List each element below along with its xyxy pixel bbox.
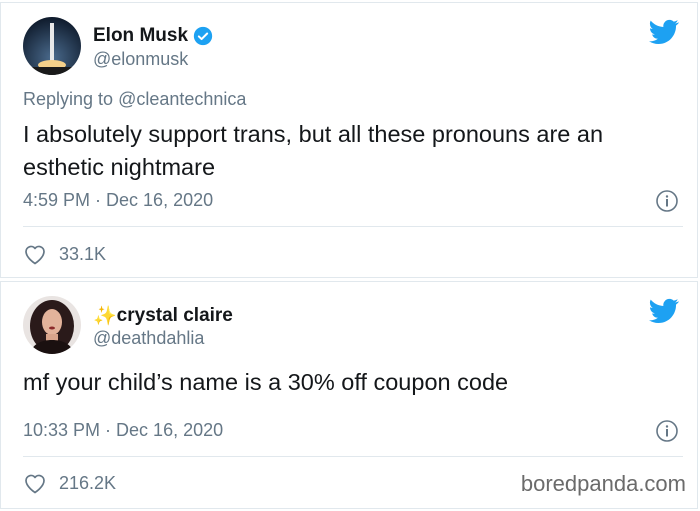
user-handle[interactable]: @deathdahlia bbox=[93, 328, 204, 349]
info-icon[interactable] bbox=[655, 419, 679, 443]
display-name-text[interactable]: crystal claire bbox=[117, 305, 233, 327]
replying-prefix: Replying to bbox=[23, 89, 114, 109]
twitter-bird-icon[interactable] bbox=[649, 298, 679, 324]
display-name[interactable]: ✨ crystal claire bbox=[93, 304, 233, 328]
avatar[interactable] bbox=[23, 296, 81, 354]
tweet-timestamp[interactable]: 10:33 PM · Dec 16, 2020 bbox=[23, 420, 223, 441]
heart-icon bbox=[25, 245, 45, 265]
tweet-divider bbox=[23, 456, 683, 457]
replying-to-mention-link[interactable]: @cleantechnica bbox=[118, 89, 246, 109]
verified-badge-icon bbox=[193, 26, 213, 46]
user-handle[interactable]: @elonmusk bbox=[93, 49, 188, 70]
like-button[interactable]: 216.2K bbox=[23, 472, 116, 494]
like-count: 33.1K bbox=[59, 243, 107, 264]
watermark: boredpanda.com bbox=[520, 471, 686, 496]
like-button[interactable]: 33.1K bbox=[23, 243, 106, 265]
info-icon[interactable] bbox=[655, 189, 679, 213]
tweet-divider bbox=[23, 226, 683, 227]
display-name[interactable]: Elon Musk bbox=[93, 25, 213, 47]
heart-icon bbox=[25, 474, 45, 494]
tweet-card-elon: Elon Musk @elonmusk Replying to @cleante… bbox=[0, 2, 698, 278]
replying-to-line: Replying to @cleantechnica bbox=[23, 89, 246, 110]
tweet-text: I absolutely support trans, but all thes… bbox=[23, 121, 604, 180]
like-count: 216.2K bbox=[59, 472, 117, 493]
tweet-timestamp[interactable]: 4:59 PM · Dec 16, 2020 bbox=[23, 190, 213, 211]
sparkles-icon: ✨ bbox=[93, 306, 117, 327]
twitter-bird-icon[interactable] bbox=[649, 19, 679, 45]
display-name-text[interactable]: Elon Musk bbox=[93, 25, 188, 47]
tweet-text: mf your child’s name is a 30% off coupon… bbox=[23, 369, 509, 395]
avatar[interactable] bbox=[23, 17, 81, 75]
